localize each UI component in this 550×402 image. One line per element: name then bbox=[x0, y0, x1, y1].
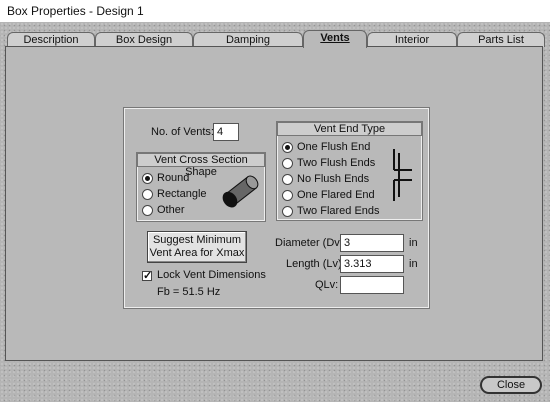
tab-label: Parts List bbox=[478, 34, 524, 46]
num-vents-input[interactable]: 4 bbox=[213, 123, 239, 141]
tab-description[interactable]: Description bbox=[7, 32, 95, 47]
radio-selected-icon bbox=[282, 142, 293, 153]
radio-unselected-icon bbox=[142, 205, 153, 216]
lock-vent-dimensions-label: Lock Vent Dimensions bbox=[157, 269, 266, 281]
tab-label: Description bbox=[23, 34, 79, 46]
window-title: Box Properties - Design 1 bbox=[7, 4, 144, 18]
lock-vent-dimensions-checkbox[interactable]: ✓ bbox=[142, 270, 153, 282]
radio-label: One Flared End bbox=[297, 189, 375, 201]
radio-unselected-icon bbox=[142, 189, 153, 200]
close-button[interactable]: Close bbox=[480, 376, 542, 394]
length-label: Length (Lv): bbox=[286, 258, 345, 270]
radio-unselected-icon bbox=[282, 174, 293, 185]
radio-label: Two Flared Ends bbox=[297, 205, 380, 217]
tab-parts-list[interactable]: Parts List bbox=[457, 32, 545, 47]
radio-label: Rectangle bbox=[157, 188, 207, 200]
radio-label: Other bbox=[157, 204, 185, 216]
radio-unselected-icon bbox=[282, 206, 293, 217]
checkmark-icon: ✓ bbox=[143, 270, 153, 282]
radio-unselected-icon bbox=[282, 190, 293, 201]
radio-label: Round bbox=[157, 172, 190, 184]
tab-bar: Description Box Design Damping Vents Int… bbox=[5, 30, 545, 48]
cross-section-shape-header: Vent Cross Section Shape bbox=[137, 153, 265, 178]
radio-selected-icon bbox=[142, 173, 153, 184]
tab-label: Vents bbox=[320, 32, 350, 44]
length-input[interactable]: 3.313 bbox=[340, 255, 404, 273]
tab-label: Damping bbox=[225, 34, 271, 46]
num-vents-label: No. of Vents: bbox=[151, 126, 214, 138]
fb-readout: Fb = 51.5 Hz bbox=[157, 286, 221, 298]
button-label-line1: Suggest Minimum bbox=[152, 234, 242, 246]
flush-end-diagram-icon bbox=[393, 149, 412, 201]
tab-vents[interactable]: Vents bbox=[303, 30, 367, 48]
round-vent-tube-icon bbox=[222, 175, 259, 208]
tab-interior[interactable]: Interior bbox=[367, 32, 457, 47]
suggest-minimum-vent-area-button[interactable]: Suggest Minimum Vent Area for Xmax bbox=[147, 231, 247, 263]
tab-label: Box Design bbox=[115, 34, 173, 46]
radio-label: Two Flush Ends bbox=[297, 157, 376, 169]
cross-section-shape-group: Vent Cross Section Shape Round Rectangle… bbox=[136, 152, 266, 222]
radio-label: No Flush Ends bbox=[297, 173, 370, 185]
vent-settings-group: No. of Vents: 4 Vent Cross Section Shape… bbox=[123, 107, 430, 309]
window-titlebar: Box Properties - Design 1 bbox=[0, 0, 550, 22]
diameter-unit: in bbox=[409, 237, 418, 249]
diameter-label: Diameter (Dv): bbox=[275, 237, 347, 249]
tab-damping[interactable]: Damping bbox=[193, 32, 303, 47]
vent-end-type-header: Vent End Type bbox=[277, 122, 422, 136]
tab-box-design[interactable]: Box Design bbox=[95, 32, 193, 47]
qlv-input[interactable] bbox=[340, 276, 404, 294]
radio-label: One Flush End bbox=[297, 141, 371, 153]
tab-label: Interior bbox=[394, 34, 430, 46]
length-unit: in bbox=[409, 258, 418, 270]
radio-unselected-icon bbox=[282, 158, 293, 169]
qlv-label: QLv: bbox=[315, 279, 339, 291]
button-label-line2: Vent Area for Xmax bbox=[149, 247, 245, 259]
vent-end-type-group: Vent End Type One Flush End Two Flush En… bbox=[276, 121, 423, 221]
diameter-input[interactable]: 3 bbox=[340, 234, 404, 252]
